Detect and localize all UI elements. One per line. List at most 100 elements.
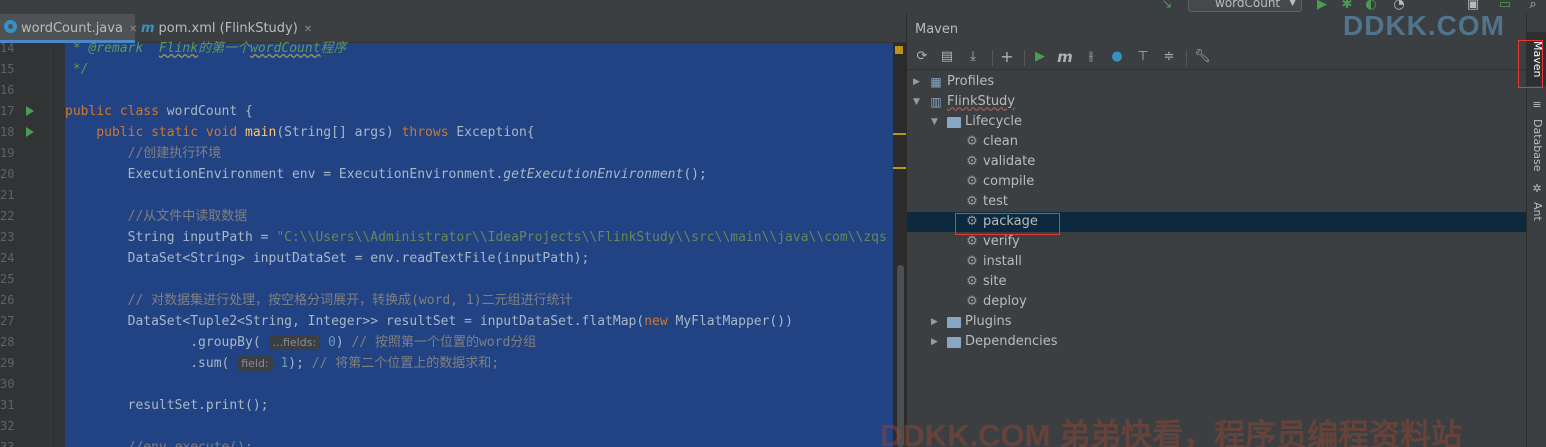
line-number[interactable]: 24 xyxy=(0,248,14,269)
expanded-arrow-icon[interactable]: ▼ xyxy=(931,112,938,132)
editor-scrollbar[interactable] xyxy=(893,43,906,447)
line-number[interactable]: 18 xyxy=(0,122,14,143)
code-line[interactable]: 17 public class wordCount { xyxy=(0,101,906,122)
collapse-all-icon[interactable]: ≑ xyxy=(1161,49,1177,65)
run-icon[interactable]: ▶ xyxy=(1315,0,1329,12)
line-number[interactable]: 19 xyxy=(0,143,14,164)
toggle-offline-icon[interactable]: ⫲ xyxy=(1083,49,1099,65)
code-line[interactable]: 16 xyxy=(0,80,906,101)
tree-item-dependencies[interactable]: ▶ Dependencies xyxy=(907,332,1527,352)
tree-item-site[interactable]: ⚙ site xyxy=(907,272,1527,292)
code-token: // 按照第一个位置的word分组 xyxy=(351,335,537,350)
code-line[interactable]: 24 DataSet<String> inputDataSet = env.re… xyxy=(0,248,906,269)
settings-wrench-icon[interactable]: 🔧︎ xyxy=(1194,49,1211,65)
line-number[interactable]: 21 xyxy=(0,185,14,206)
build-hammer-icon[interactable]: ↘ xyxy=(1160,0,1174,12)
run-gutter-icon[interactable] xyxy=(26,127,34,137)
run-gutter-icon[interactable] xyxy=(26,106,34,116)
tree-item-deploy[interactable]: ⚙ deploy xyxy=(907,292,1527,312)
run-configuration-select[interactable]: wordCount ▼ xyxy=(1188,0,1302,12)
line-number[interactable]: 31 xyxy=(0,395,14,416)
code-line[interactable]: 22 //从文件中读取数据 xyxy=(0,206,906,227)
code-line[interactable]: 28 .groupBy( ...fields: 0) // 按照第一个位置的wo… xyxy=(0,332,906,353)
gear-icon: ⚙ xyxy=(966,174,978,189)
warning-marker[interactable] xyxy=(893,167,906,169)
code-line[interactable]: 23 String inputPath = "C:\\Users\\Admini… xyxy=(0,227,906,248)
folder-icon xyxy=(947,335,961,349)
tree-item-label: Dependencies xyxy=(965,334,1058,349)
line-number[interactable]: 32 xyxy=(0,416,14,437)
line-number[interactable]: 29 xyxy=(0,353,14,374)
tree-item-install[interactable]: ⚙ install xyxy=(907,252,1527,272)
line-number[interactable]: 28 xyxy=(0,332,14,353)
show-dependencies-icon[interactable]: ⊤ xyxy=(1135,49,1151,65)
code-line[interactable]: 32 xyxy=(0,416,906,437)
tree-item-validate[interactable]: ⚙ validate xyxy=(907,152,1527,172)
code-token: wordCount xyxy=(250,41,321,56)
code-line[interactable]: 26 // 对数据集进行处理，按空格分词展开，转换成(word, 1)二元组进行… xyxy=(0,290,906,311)
download-icon[interactable]: ⤓ xyxy=(965,49,981,65)
code-token: .sum( xyxy=(65,356,238,371)
run-maven-build-icon[interactable]: ▶ xyxy=(1032,49,1048,65)
search-icon[interactable]: ⌕ xyxy=(1526,0,1540,12)
gear-icon: ⚙ xyxy=(966,294,978,309)
code-line[interactable]: 14 * @remark Flink的第一个wordCount程序 xyxy=(0,38,906,59)
code-token: ); xyxy=(288,356,312,371)
line-number[interactable]: 17 xyxy=(0,101,14,122)
tree-item-verify[interactable]: ⚙ verify xyxy=(907,232,1527,252)
code-line[interactable]: 21 xyxy=(0,185,906,206)
line-number[interactable]: 20 xyxy=(0,164,14,185)
tree-item-label: verify xyxy=(983,234,1020,249)
line-number[interactable]: 25 xyxy=(0,269,14,290)
skip-tests-icon[interactable]: ● xyxy=(1109,49,1125,65)
inspection-status-icon[interactable] xyxy=(895,46,903,54)
tree-item-compile[interactable]: ⚙ compile xyxy=(907,172,1527,192)
code-line[interactable]: 27 DataSet<Tuple2<String, Integer>> resu… xyxy=(0,311,906,332)
line-number[interactable]: 26 xyxy=(0,290,14,311)
execute-maven-goal-icon[interactable]: m xyxy=(1057,49,1073,65)
tree-item-profiles[interactable]: ▶ ▦ Profiles xyxy=(907,72,1527,92)
code-line[interactable]: 33 //env.execute(); xyxy=(0,437,906,447)
collapsed-arrow-icon[interactable]: ▶ xyxy=(913,72,920,92)
code-line[interactable]: 25 xyxy=(0,269,906,290)
collapsed-arrow-icon[interactable]: ▶ xyxy=(931,312,938,332)
tree-item-clean[interactable]: ⚙ clean xyxy=(907,132,1527,152)
code-token: // 将第二个位置上的数据求和; xyxy=(311,356,500,371)
warning-marker[interactable] xyxy=(893,133,906,135)
line-number[interactable]: 23 xyxy=(0,227,14,248)
maven-panel-title: Maven xyxy=(915,22,959,37)
collapsed-arrow-icon[interactable]: ▶ xyxy=(931,332,938,352)
tree-item-label: FlinkStudy xyxy=(947,94,1016,109)
line-number[interactable]: 14 xyxy=(0,38,14,59)
tree-item-lifecycle[interactable]: ▼ Lifecycle xyxy=(907,112,1527,132)
expanded-arrow-icon[interactable]: ▼ xyxy=(913,92,920,112)
ant-icon: ✲ xyxy=(1532,182,1542,195)
code-line[interactable]: 18 public static void main(String[] args… xyxy=(0,122,906,143)
code-line[interactable]: 15 */ xyxy=(0,59,906,80)
line-number[interactable]: 30 xyxy=(0,374,14,395)
code-line[interactable]: 31 resultSet.print(); xyxy=(0,395,906,416)
tree-item-label: deploy xyxy=(983,294,1027,309)
line-number[interactable]: 16 xyxy=(0,80,14,101)
line-number[interactable]: 22 xyxy=(0,206,14,227)
generate-sources-icon[interactable]: ▤ xyxy=(939,49,955,65)
line-number[interactable]: 15 xyxy=(0,59,14,80)
tree-item-plugins[interactable]: ▶ Plugins xyxy=(907,312,1527,332)
gear-icon: ⚙ xyxy=(966,194,978,209)
code-line[interactable]: 30 xyxy=(0,374,906,395)
code-line[interactable]: 20 ExecutionEnvironment env = ExecutionE… xyxy=(0,164,906,185)
tree-item-flinkstudy[interactable]: ▼ ▥ FlinkStudy xyxy=(907,92,1527,112)
tree-item-test[interactable]: ⚙ test xyxy=(907,192,1527,212)
tree-item-label: site xyxy=(983,274,1007,289)
ant-side-tab[interactable]: Ant xyxy=(1527,198,1546,224)
add-icon[interactable]: + xyxy=(999,49,1015,65)
reload-icon[interactable]: ⟳ xyxy=(914,49,930,65)
database-side-tab[interactable]: Database xyxy=(1527,114,1546,176)
code-line[interactable]: 29 .sum( field: 1); // 将第二个位置上的数据求和; xyxy=(0,353,906,374)
close-icon[interactable]: ✕ xyxy=(304,24,312,35)
gear-icon: ⚙ xyxy=(966,134,978,149)
watermark-top: DDKK.COM xyxy=(1343,10,1505,41)
line-number[interactable]: 27 xyxy=(0,311,14,332)
code-line[interactable]: 19 //创建执行环境 xyxy=(0,143,906,164)
line-number[interactable]: 33 xyxy=(0,437,14,447)
